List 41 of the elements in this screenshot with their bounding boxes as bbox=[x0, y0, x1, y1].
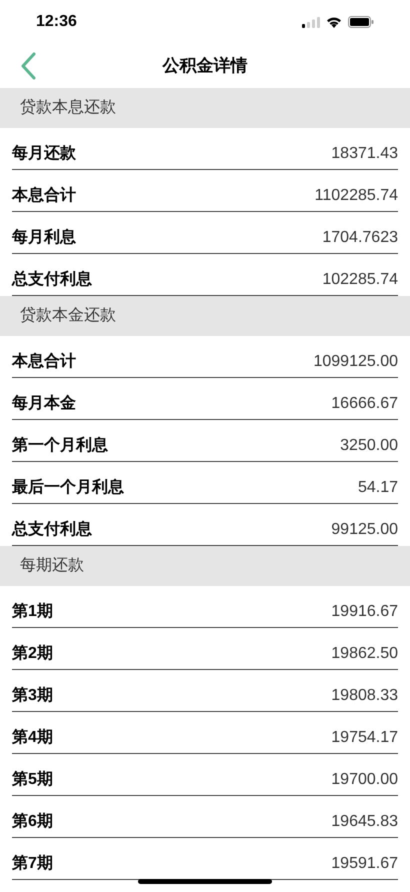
row-value: 1704.7623 bbox=[322, 228, 398, 248]
row-value: 54.17 bbox=[358, 478, 398, 498]
row-label: 第7期 bbox=[12, 854, 53, 874]
battery-icon bbox=[348, 16, 374, 28]
row-label: 第4期 bbox=[12, 728, 53, 748]
row-value: 19700.00 bbox=[331, 770, 398, 790]
row-label: 第6期 bbox=[12, 812, 53, 832]
row-label: 第3期 bbox=[12, 686, 53, 706]
row-label: 第5期 bbox=[12, 770, 53, 790]
row-label: 第1期 bbox=[12, 602, 53, 622]
row-value: 18371.43 bbox=[331, 144, 398, 164]
row-value: 16666.67 bbox=[331, 394, 398, 414]
row-value: 102285.74 bbox=[322, 270, 398, 290]
section-header: 每期还款 bbox=[0, 546, 410, 586]
back-chevron-icon bbox=[20, 52, 36, 80]
row-label: 第2期 bbox=[12, 644, 53, 664]
row-value: 99125.00 bbox=[331, 520, 398, 540]
row-label: 总支付利息 bbox=[12, 520, 92, 540]
row-value: 19916.67 bbox=[331, 602, 398, 622]
row-value: 1102285.74 bbox=[314, 186, 398, 206]
page-title: 公积金详情 bbox=[162, 55, 248, 78]
row-value: 19591.67 bbox=[331, 854, 398, 874]
row-label: 每月还款 bbox=[12, 144, 76, 164]
row-label: 总支付利息 bbox=[12, 270, 92, 290]
row-label: 最后一个月利息 bbox=[12, 477, 124, 498]
row-value: 19862.50 bbox=[331, 644, 398, 664]
row-label: 本息合计 bbox=[12, 352, 76, 372]
row-value: 19754.17 bbox=[331, 728, 398, 748]
section-header: 贷款本金还款 bbox=[0, 296, 410, 336]
section-header: 贷款本息还款 bbox=[0, 88, 410, 128]
signal-icon bbox=[302, 16, 320, 28]
row-value: 3250.00 bbox=[340, 436, 398, 456]
row-label: 第一个月利息 bbox=[12, 436, 108, 456]
row-value: 19808.33 bbox=[331, 686, 398, 706]
wifi-icon bbox=[326, 16, 342, 28]
status-time: 12:36 bbox=[36, 12, 77, 32]
row-value: 1099125.00 bbox=[313, 352, 398, 372]
row-label: 每月利息 bbox=[12, 228, 76, 248]
row-label: 本息合计 bbox=[12, 186, 76, 206]
row-value: 19645.83 bbox=[331, 812, 398, 832]
row-label: 每月本金 bbox=[12, 394, 76, 414]
